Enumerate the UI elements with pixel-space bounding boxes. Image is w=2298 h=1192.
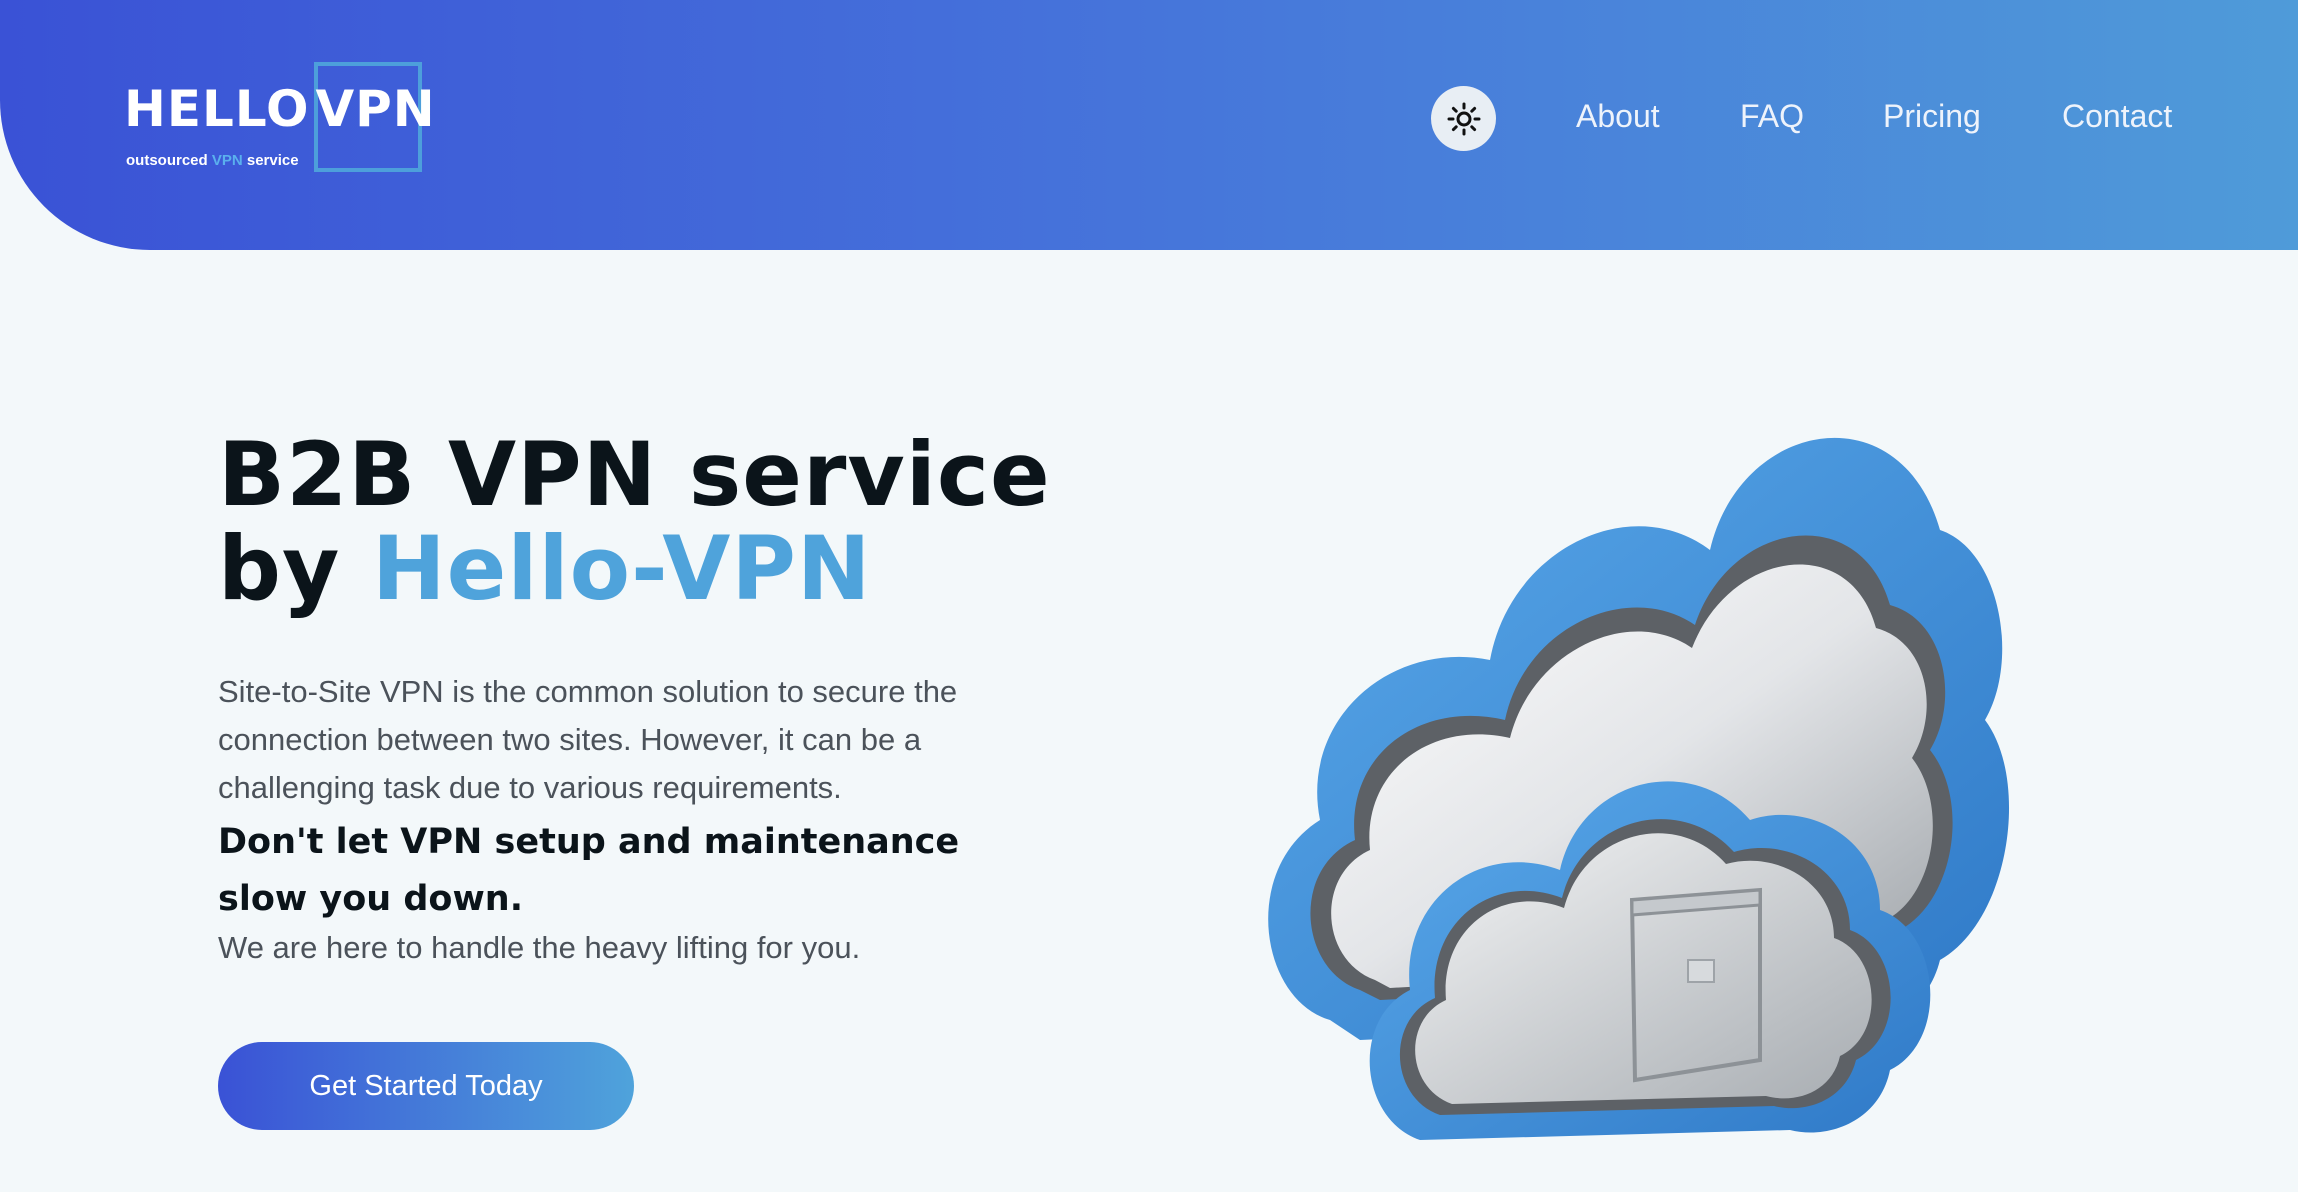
theme-toggle-button[interactable] xyxy=(1431,86,1496,151)
logo-word-hello: HELLO xyxy=(124,80,310,138)
get-started-button[interactable]: Get Started Today xyxy=(218,1042,634,1130)
tagline-post: service xyxy=(246,152,299,169)
hero-subtext: We are here to handle the heavy lifting … xyxy=(218,930,861,965)
hero-title-brand: Hello-VPN xyxy=(372,517,872,620)
cloud-lock-icon xyxy=(1268,437,2010,1140)
logo-word-vpn: VPN xyxy=(315,80,436,138)
sun-icon xyxy=(1447,102,1480,135)
nav-item-pricing[interactable]: Pricing xyxy=(1883,98,1981,135)
hero-title-by: by xyxy=(218,517,341,620)
brand-logo[interactable]: HELLO VPN outsourced VPN service xyxy=(124,62,435,174)
hero-title-line1: B2B VPN service xyxy=(218,423,1051,526)
hero-emphasis: Don't let VPN setup and maintenance slow… xyxy=(218,822,960,919)
logo-wordmark: HELLO VPN xyxy=(124,84,436,134)
site-header: HELLO VPN outsourced VPN service About FA… xyxy=(0,0,2298,250)
tagline-vpn: VPN xyxy=(211,152,243,169)
nav-item-faq[interactable]: FAQ xyxy=(1740,98,1804,135)
nav-item-about[interactable]: About xyxy=(1576,98,1660,135)
nav-item-contact[interactable]: Contact xyxy=(2062,98,2172,135)
tagline-pre: outsourced xyxy=(126,152,208,169)
hero-title: B2B VPN service by Hello-VPN xyxy=(218,428,1051,616)
logo-tagline: outsourced VPN service xyxy=(126,152,299,169)
hero-description: Site-to-Site VPN is the common solution … xyxy=(218,674,958,805)
